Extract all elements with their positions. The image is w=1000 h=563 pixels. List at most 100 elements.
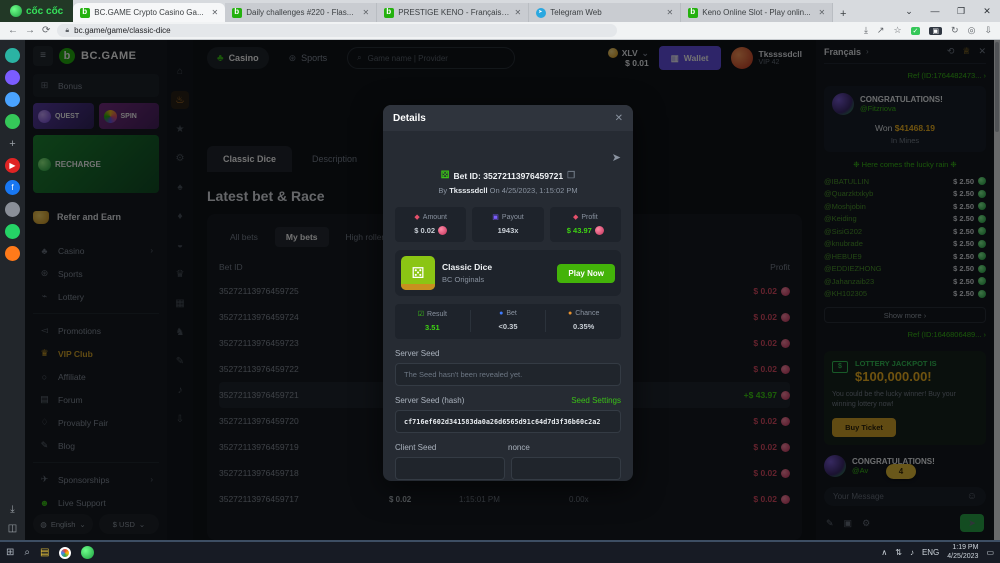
browser-brand: cốc cốc <box>0 0 73 22</box>
profit-icon: ◆ <box>573 213 578 221</box>
nonce-field[interactable] <box>511 457 621 480</box>
server-seed-hash-field[interactable]: cf716ef602d341583da0a26d6565d91c64d7d3f3… <box>395 410 621 433</box>
reload-icon[interactable]: ⟳ <box>42 25 50 36</box>
tab-search-icon[interactable]: ⌄ <box>896 6 922 17</box>
tab-close-icon[interactable]: ✕ <box>667 8 674 17</box>
bet-stat: ●Bet <0.35 <box>471 310 547 332</box>
app-orange-icon[interactable] <box>5 246 20 261</box>
bookmark-star-icon[interactable]: ☆ <box>893 25 901 36</box>
client-seed-field[interactable] <box>395 457 505 480</box>
result-check-icon: ☑ <box>418 310 424 318</box>
bet-details-modal: Details ✕ ➤ ⚄ Bet ID: 35272113976459721 … <box>383 105 633 481</box>
sidebar-download-icon[interactable]: ⤓ <box>10 504 14 515</box>
windows-taskbar: ⊞ ⌕ ▤ ∧ ⇅ ♪ ENG 1:19 PM 4/25/2023 ▭ <box>0 540 1000 563</box>
url-text: bc.game/game/classic-dice <box>74 26 170 35</box>
profit-stat: ◆Profit $ 43.97 <box>550 207 621 242</box>
address-bar[interactable]: 🔒︎ bc.game/game/classic-dice <box>57 24 617 37</box>
sync-icon[interactable]: ↻ <box>951 25 959 36</box>
system-clock[interactable]: 1:19 PM 4/25/2023 <box>947 544 978 562</box>
add-app-icon[interactable]: + <box>5 136 20 151</box>
modal-title: Details <box>393 113 426 124</box>
player-name[interactable]: Tkssssdcll <box>449 186 487 195</box>
server-seed-label: Server Seed <box>395 349 439 358</box>
server-seed-hash-label: Server Seed (hash) <box>395 396 464 405</box>
bcgame-favicon <box>232 8 242 18</box>
messenger-icon[interactable] <box>5 48 20 63</box>
coccoc-taskbar-icon[interactable] <box>81 546 94 559</box>
file-explorer-icon[interactable]: ▤ <box>40 547 49 558</box>
browser-tab-bcgame[interactable]: BC.GAME Crypto Casino Ga... ✕ <box>73 3 225 22</box>
tab-close-icon[interactable]: ✕ <box>515 8 522 17</box>
browser-tab-keno-slot[interactable]: Keno Online Slot - Play onlin... ✕ <box>681 3 833 22</box>
coin-icon <box>595 226 604 235</box>
chrome-icon[interactable] <box>59 547 71 559</box>
telegram-favicon <box>536 8 546 18</box>
bcgame-favicon <box>384 8 394 18</box>
network-icon[interactable]: ⇅ <box>895 548 902 557</box>
tab-title: Telegram Web <box>550 8 662 17</box>
save-page-icon[interactable]: ⤓ <box>864 25 868 36</box>
tray-chevron-icon[interactable]: ∧ <box>881 548 887 557</box>
back-icon[interactable]: ← <box>8 25 18 36</box>
close-window-button[interactable]: ✕ <box>974 6 1000 17</box>
bcgame-page: ≡ b BC.GAME ⊞ Bonus QUEST SPIN <box>25 40 1000 540</box>
extension-badge-icon[interactable]: ▣ <box>929 27 942 35</box>
coccoc-logo-icon <box>10 5 22 17</box>
browser-urlbar: ← → ⟳ 🔒︎ bc.game/game/classic-dice ⤓ ↗ ☆… <box>0 22 1000 40</box>
browser-brand-label: cốc cốc <box>26 6 63 17</box>
chance-icon: ● <box>568 310 572 317</box>
adblock-icon[interactable]: ✓ <box>911 27 921 35</box>
new-tab-button[interactable]: + <box>833 8 853 22</box>
sidebar-pin-icon[interactable]: ◫ <box>8 523 17 534</box>
browser-side-strip: + ▶ f ⤓ ◫ <box>0 40 25 540</box>
tab-close-icon[interactable]: ✕ <box>819 8 826 17</box>
taskbar-search-icon[interactable]: ⌕ <box>24 547 30 558</box>
seed-settings-link[interactable]: Seed Settings <box>571 396 621 405</box>
app-green-icon[interactable] <box>5 114 20 129</box>
volume-icon[interactable]: ♪ <box>910 548 914 557</box>
result-stat: ☑Result 3.51 <box>395 310 471 332</box>
browser-tab-telegram[interactable]: Telegram Web ✕ <box>529 3 681 22</box>
chance-stat: ●Chance 0.35% <box>546 310 621 332</box>
profile-icon[interactable]: ◎ <box>968 25 976 36</box>
notifications-icon[interactable]: ▭ <box>986 548 994 557</box>
amount-icon: ◆ <box>414 213 419 221</box>
browser-tab-daily-challenges[interactable]: Daily challenges #220 - Flas... ✕ <box>225 3 377 22</box>
facebook-icon[interactable]: f <box>5 180 20 195</box>
dice-icon: ⚄ <box>441 170 450 181</box>
tab-title: BC.GAME Crypto Casino Ga... <box>94 8 207 17</box>
coin-icon <box>438 226 447 235</box>
tab-close-icon[interactable]: ✕ <box>212 8 219 17</box>
play-now-button[interactable]: Play Now <box>557 264 615 283</box>
minimize-button[interactable]: — <box>922 6 948 16</box>
share-page-icon[interactable]: ↗ <box>877 25 885 36</box>
app-grey-icon[interactable] <box>5 202 20 217</box>
youtube-icon[interactable]: ▶ <box>5 158 20 173</box>
copy-icon[interactable]: ❐ <box>567 170 575 181</box>
forward-icon[interactable]: → <box>25 25 35 36</box>
downloads-icon[interactable]: ⇩ <box>984 25 992 36</box>
bet-timestamp: On 4/25/2023, 1:15:02 PM <box>490 186 578 195</box>
whatsapp-icon[interactable] <box>5 224 20 239</box>
start-button-icon[interactable]: ⊞ <box>6 547 14 558</box>
screen: cốc cốc BC.GAME Crypto Casino Ga... ✕ Da… <box>0 0 1000 563</box>
bet-id-text: Bet ID: 35272113976459721 <box>453 171 563 181</box>
share-bet-icon[interactable]: ➤ <box>612 152 621 164</box>
payout-stat: ▣Payout 1943x <box>472 207 543 242</box>
client-seed-label: Client Seed <box>395 443 508 452</box>
app-purple-icon[interactable] <box>5 70 20 85</box>
browser-tabstrip: cốc cốc BC.GAME Crypto Casino Ga... ✕ Da… <box>0 0 1000 22</box>
tab-title: PRESTIGE KENO - Français -... <box>398 8 510 17</box>
game-card: ⚄ Classic Dice BC Originals Play Now <box>395 250 621 296</box>
tab-close-icon[interactable]: ✕ <box>363 8 370 17</box>
amount-stat: ◆Amount $ 0.02 <box>395 207 466 242</box>
maximize-button[interactable]: ❐ <box>948 6 974 17</box>
bcgame-favicon <box>80 8 90 18</box>
modal-close-icon[interactable]: ✕ <box>615 113 623 124</box>
payout-icon: ▣ <box>492 213 499 221</box>
lock-icon: 🔒︎ <box>65 27 69 35</box>
browser-tab-prestige-keno[interactable]: PRESTIGE KENO - Français -... ✕ <box>377 3 529 22</box>
language-indicator[interactable]: ENG <box>922 548 939 557</box>
server-seed-field: The Seed hasn't been revealed yet. <box>395 363 621 386</box>
app-blue-icon[interactable] <box>5 92 20 107</box>
